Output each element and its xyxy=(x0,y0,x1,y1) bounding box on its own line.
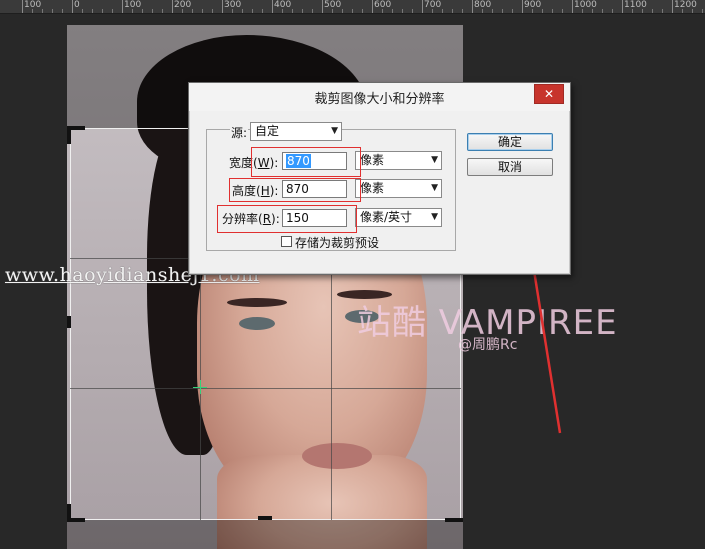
ruler-minor-tick xyxy=(132,9,133,13)
cancel-button[interactable]: 取消 xyxy=(467,158,553,176)
ruler-minor-tick xyxy=(62,9,63,13)
ruler-minor-tick xyxy=(482,9,483,13)
source-select-value: 自定 xyxy=(255,124,280,138)
crop-center-crosshair xyxy=(200,380,201,394)
height-unit-value: 像素 xyxy=(360,181,385,195)
crop-handle-bottom-right[interactable] xyxy=(445,518,463,522)
crop-handle-top-left[interactable] xyxy=(67,126,71,144)
width-unit-value: 像素 xyxy=(360,153,385,167)
ruler-minor-tick xyxy=(632,9,633,13)
source-select[interactable]: 自定 ▼ xyxy=(250,122,342,141)
height-unit-select[interactable]: 像素 ▼ xyxy=(355,179,442,198)
ruler-minor-tick xyxy=(302,9,303,13)
ruler-minor-tick xyxy=(412,9,413,13)
ruler-minor-tick xyxy=(462,9,463,13)
ruler-minor-tick xyxy=(442,9,443,13)
watermark-author: @周鹏Rc xyxy=(458,337,518,353)
ruler-minor-tick xyxy=(182,9,183,13)
dialog-titlebar[interactable]: 裁剪图像大小和分辨率 ✕ xyxy=(189,83,570,111)
save-preset-checkbox[interactable] xyxy=(281,236,292,247)
ruler-label: 1100 xyxy=(624,0,647,10)
ruler-minor-tick xyxy=(212,9,213,13)
annotation-box-width xyxy=(251,147,361,177)
width-unit-select[interactable]: 像素 ▼ xyxy=(355,151,442,170)
crop-handle-bottom-middle[interactable] xyxy=(258,516,272,520)
ruler-minor-tick xyxy=(642,9,643,13)
source-label: 源: xyxy=(230,124,249,141)
ruler-minor-tick xyxy=(662,9,663,13)
ruler-minor-tick xyxy=(242,9,243,13)
resolution-unit-select[interactable]: 像素/英寸 ▼ xyxy=(355,208,442,227)
ruler-minor-tick xyxy=(342,9,343,13)
ruler-minor-tick xyxy=(542,9,543,13)
ruler-minor-tick xyxy=(382,9,383,13)
dialog-title: 裁剪图像大小和分辨率 xyxy=(314,92,445,107)
chevron-down-icon: ▼ xyxy=(331,126,338,136)
crop-shade-bottom xyxy=(67,520,463,549)
ruler-minor-tick xyxy=(262,9,263,13)
ruler-minor-tick xyxy=(332,9,333,13)
ruler-minor-tick xyxy=(702,9,703,13)
ruler-minor-tick xyxy=(82,9,83,13)
ruler-minor-tick xyxy=(402,9,403,13)
ruler-minor-tick xyxy=(392,9,393,13)
crop-size-resolution-dialog: 裁剪图像大小和分辨率 ✕ 源: 自定 ▼ 宽度(W): 870 像素 ▼ 高度(… xyxy=(188,82,571,275)
ruler-minor-tick xyxy=(682,9,683,13)
annotation-box-height xyxy=(229,178,361,202)
ruler-label: 1200 xyxy=(674,0,697,10)
chevron-down-icon: ▼ xyxy=(431,212,438,222)
ruler-minor-tick xyxy=(602,9,603,13)
ruler-minor-tick xyxy=(312,9,313,13)
horizontal-ruler: 100 0 100 200 300 400 500 600 700 800 900 1000 1100 1… xyxy=(0,0,705,14)
ruler-minor-tick xyxy=(142,9,143,13)
ruler-minor-tick xyxy=(502,9,503,13)
ruler-minor-tick xyxy=(562,9,563,13)
ruler-minor-tick xyxy=(592,9,593,13)
close-button[interactable]: ✕ xyxy=(534,84,564,104)
ruler-minor-tick xyxy=(52,9,53,13)
ruler-minor-tick xyxy=(512,9,513,13)
ruler-minor-tick xyxy=(102,9,103,13)
ruler-label: 0 xyxy=(74,0,80,10)
chevron-down-icon: ▼ xyxy=(431,155,438,165)
ruler-minor-tick xyxy=(652,9,653,13)
resolution-unit-value: 像素/英寸 xyxy=(360,210,413,224)
ruler-minor-tick xyxy=(532,9,533,13)
save-preset-label[interactable]: 存储为裁剪预设 xyxy=(295,234,379,251)
ruler-minor-tick xyxy=(92,9,93,13)
ruler-minor-tick xyxy=(432,9,433,13)
chevron-down-icon: ▼ xyxy=(431,183,438,193)
ruler-minor-tick xyxy=(692,9,693,13)
ruler-minor-tick xyxy=(232,9,233,13)
ruler-minor-tick xyxy=(152,9,153,13)
annotation-box-resolution xyxy=(217,205,357,233)
ruler-minor-tick xyxy=(492,9,493,13)
ruler-minor-tick xyxy=(32,9,33,13)
ruler-minor-tick xyxy=(582,9,583,13)
crop-handle-left-middle[interactable] xyxy=(67,316,71,328)
ruler-minor-tick xyxy=(292,9,293,13)
ruler-minor-tick xyxy=(362,9,363,13)
ruler-minor-tick xyxy=(112,9,113,13)
width-label-text: 宽度 xyxy=(229,156,254,170)
ok-button[interactable]: 确定 xyxy=(467,133,553,151)
crop-grid-line xyxy=(70,388,461,389)
ruler-minor-tick xyxy=(252,9,253,13)
ruler-minor-tick xyxy=(162,9,163,13)
ruler-minor-tick xyxy=(192,9,193,13)
ruler-minor-tick xyxy=(452,9,453,13)
crop-handle-bottom-left[interactable] xyxy=(67,504,71,522)
ruler-minor-tick xyxy=(42,9,43,13)
ruler-minor-tick xyxy=(552,9,553,13)
ruler-minor-tick xyxy=(352,9,353,13)
ruler-minor-tick xyxy=(612,9,613,13)
ruler-label: 1000 xyxy=(574,0,597,10)
ruler-minor-tick xyxy=(202,9,203,13)
ruler-minor-tick xyxy=(282,9,283,13)
